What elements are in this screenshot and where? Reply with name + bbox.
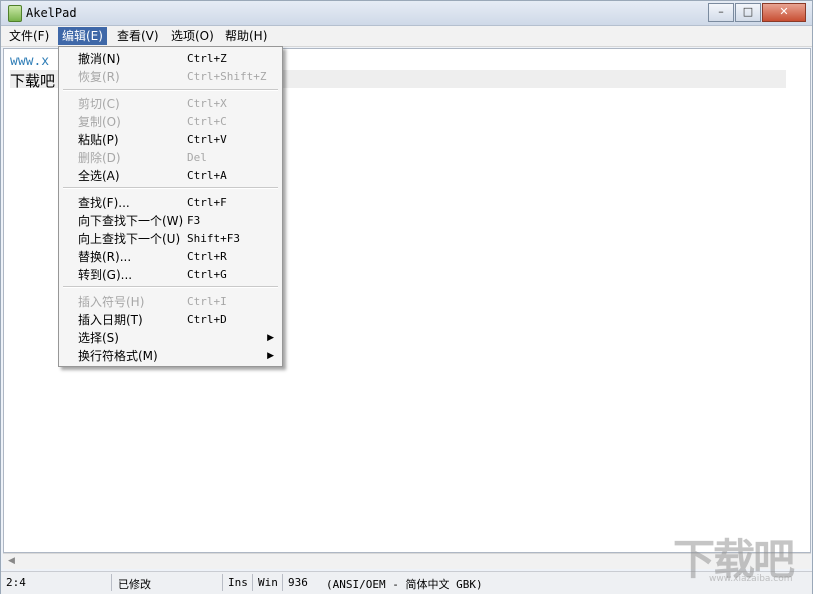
- menu-item-shortcut: Ctrl+I: [187, 295, 227, 308]
- menu-item-label: 复制(O): [78, 115, 121, 129]
- close-button[interactable]: ✕: [762, 3, 806, 22]
- menu-item-undo[interactable]: 撤消(N) Ctrl+Z: [59, 50, 282, 68]
- menu-item-label: 删除(D): [78, 151, 121, 165]
- menu-item-select-all[interactable]: 全选(A) Ctrl+A: [59, 167, 282, 185]
- menu-item-selection[interactable]: 选择(S) ▶: [59, 329, 282, 347]
- menu-item-find-next-up[interactable]: 向上查找下一个(U) Shift+F3: [59, 230, 282, 248]
- menu-item-shortcut: Ctrl+G: [187, 268, 227, 281]
- menu-item-redo: 恢复(R) Ctrl+Shift+Z: [59, 68, 282, 86]
- menu-item-delete: 删除(D) Del: [59, 149, 282, 167]
- menu-separator: [63, 286, 278, 288]
- menu-item-insert-date[interactable]: 插入日期(T) Ctrl+D: [59, 311, 282, 329]
- watermark-logo: 下载吧 www.xiazaiba.com: [673, 526, 811, 586]
- editor-line-1: www.x: [10, 54, 50, 69]
- menu-item-shortcut: Ctrl+F: [187, 196, 227, 209]
- menu-item-shortcut: Ctrl+X: [187, 97, 227, 110]
- status-divider: [222, 574, 223, 591]
- menu-item-label: 剪切(C): [78, 97, 120, 111]
- menu-item-insert-symbol: 插入符号(H) Ctrl+I: [59, 293, 282, 311]
- status-insert-mode[interactable]: Ins: [228, 576, 248, 589]
- menu-item-shortcut: Ctrl+A: [187, 169, 227, 182]
- menu-item-label: 选择(S): [78, 331, 119, 345]
- menu-file[interactable]: 文件(F): [5, 27, 53, 45]
- menu-item-paste[interactable]: 粘贴(P) Ctrl+V: [59, 131, 282, 149]
- menu-item-label: 恢复(R): [78, 70, 120, 84]
- menu-item-label: 向下查找下一个(W): [78, 214, 184, 228]
- app-notepad-icon[interactable]: [8, 5, 22, 22]
- status-divider: [252, 574, 253, 591]
- menu-item-shortcut: Del: [187, 151, 207, 164]
- status-divider: [282, 574, 283, 591]
- menu-item-shortcut: Ctrl+R: [187, 250, 227, 263]
- menu-item-label: 全选(A): [78, 169, 120, 183]
- status-modified: 已修改: [118, 578, 151, 591]
- menu-item-find[interactable]: 查找(F)... Ctrl+F: [59, 194, 282, 212]
- menu-item-shortcut: Ctrl+Shift+Z: [187, 70, 267, 83]
- maximize-button[interactable]: □: [735, 3, 761, 22]
- menu-item-cut: 剪切(C) Ctrl+X: [59, 95, 282, 113]
- menu-item-goto[interactable]: 转到(G)... Ctrl+G: [59, 266, 282, 284]
- status-encoding: (ANSI/OEM - 简体中文 GBK): [326, 578, 483, 591]
- menu-item-newline-format[interactable]: 换行符格式(M) ▶: [59, 347, 282, 365]
- menu-item-label: 插入符号(H): [78, 295, 145, 309]
- menu-help[interactable]: 帮助(H): [221, 27, 271, 45]
- menu-item-label: 查找(F)...: [78, 196, 130, 210]
- menu-item-shortcut: Ctrl+C: [187, 115, 227, 128]
- menu-item-shortcut: Ctrl+D: [187, 313, 227, 326]
- menu-item-label: 插入日期(T): [78, 313, 143, 327]
- menu-separator: [63, 89, 278, 91]
- window-controls: – □ ✕: [707, 3, 806, 22]
- menu-item-find-next-down[interactable]: 向下查找下一个(W) F3: [59, 212, 282, 230]
- status-divider: [111, 574, 112, 591]
- menu-item-shortcut: F3: [187, 214, 201, 227]
- menu-item-label: 向上查找下一个(U): [78, 232, 181, 246]
- menu-item-shortcut: Shift+F3: [187, 232, 240, 245]
- status-cursor-position: 2:4: [6, 576, 26, 589]
- menu-edit[interactable]: 编辑(E): [58, 27, 107, 45]
- status-codepage[interactable]: 936: [288, 576, 308, 589]
- menu-separator: [63, 187, 278, 189]
- menu-view[interactable]: 查看(V): [113, 27, 163, 45]
- menu-item-label: 撤消(N): [78, 52, 121, 66]
- menu-item-label: 转到(G)...: [78, 268, 133, 282]
- menu-bar: 文件(F) 编辑(E) 查看(V) 选项(O) 帮助(H): [1, 26, 812, 47]
- menu-item-shortcut: Ctrl+V: [187, 133, 227, 146]
- minimize-button[interactable]: –: [708, 3, 734, 22]
- menu-item-replace[interactable]: 替换(R)... Ctrl+R: [59, 248, 282, 266]
- title-bar[interactable]: AkelPad – □ ✕: [1, 1, 812, 26]
- scroll-left-icon[interactable]: ◀: [8, 556, 15, 566]
- edit-menu-dropdown: 撤消(N) Ctrl+Z 恢复(R) Ctrl+Shift+Z 剪切(C) Ctrl+…: [58, 46, 283, 367]
- akelpad-window: AkelPad – □ ✕ 文件(F) 编辑(E) 查看(V) 选项(O) 帮助…: [0, 0, 813, 594]
- menu-item-shortcut: Ctrl+Z: [187, 52, 227, 65]
- menu-item-label: 粘贴(P): [78, 133, 119, 147]
- submenu-arrow-icon: ▶: [267, 333, 274, 343]
- menu-item-label: 换行符格式(M): [78, 349, 158, 363]
- watermark-url: www.xiazaiba.com: [709, 574, 793, 584]
- menu-item-copy: 复制(O) Ctrl+C: [59, 113, 282, 131]
- menu-item-label: 替换(R)...: [78, 250, 132, 264]
- submenu-arrow-icon: ▶: [267, 351, 274, 361]
- window-title: AkelPad: [26, 6, 77, 20]
- status-newline-format[interactable]: Win: [258, 576, 278, 589]
- menu-options[interactable]: 选项(O): [167, 27, 218, 45]
